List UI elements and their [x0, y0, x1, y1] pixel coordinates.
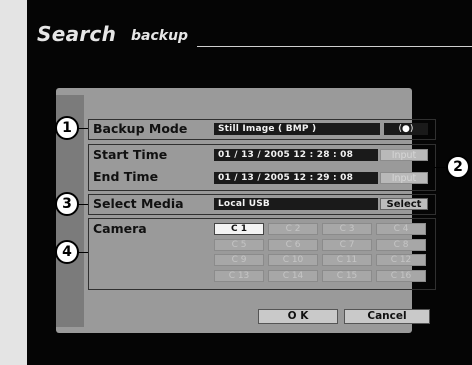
callout-4-leader	[78, 252, 88, 253]
end-time-input-button[interactable]: Input	[380, 172, 428, 184]
camera-button[interactable]: C 4	[376, 223, 426, 235]
callout-3-icon: 3	[55, 192, 79, 216]
camera-button[interactable]: C 11	[322, 254, 372, 266]
camera-label: Camera	[93, 221, 147, 236]
callout-4-icon: 4	[55, 240, 79, 264]
select-media-field[interactable]: Local USB	[214, 198, 378, 210]
start-time-field[interactable]: 01 / 13 / 2005 12 : 28 : 08	[214, 149, 378, 161]
screen-title: Search	[37, 22, 117, 46]
camera-button[interactable]: C 7	[322, 238, 372, 251]
camera-button[interactable]: C 6	[268, 238, 318, 251]
start-time-label: Start Time	[93, 147, 168, 162]
backup-mode-label: Backup Mode	[93, 121, 188, 136]
camera-button[interactable]: C 1	[214, 223, 264, 235]
cancel-button[interactable]: Cancel	[344, 309, 430, 324]
callout-2-icon: 2	[446, 155, 470, 179]
camera-button[interactable]: C 10	[268, 254, 318, 266]
select-media-button[interactable]: Select	[380, 198, 428, 210]
camera-button[interactable]: C 12	[376, 254, 426, 266]
callout-3-leader	[78, 204, 88, 205]
camera-button[interactable]: C 8	[376, 238, 426, 251]
start-time-input-button[interactable]: Input	[380, 149, 428, 161]
title-underline	[197, 46, 472, 47]
end-time-field[interactable]: 01 / 13 / 2005 12 : 29 : 08	[214, 172, 378, 184]
camera-button[interactable]: C 16	[376, 269, 426, 282]
select-media-label: Select Media	[93, 196, 184, 211]
callout-1-leader	[78, 128, 88, 129]
ok-button[interactable]: O K	[258, 309, 338, 324]
backup-mode-field[interactable]: Still Image ( BMP )	[214, 123, 380, 135]
camera-button[interactable]: C 15	[322, 269, 372, 282]
backup-mode-toggle[interactable]: (●)	[384, 123, 428, 135]
camera-button[interactable]: C 13	[214, 269, 264, 282]
callout-1-icon: 1	[55, 116, 79, 140]
camera-button[interactable]: C 5	[214, 238, 264, 251]
screen-subtitle: backup	[131, 28, 189, 44]
end-time-label: End Time	[93, 169, 159, 184]
camera-button[interactable]: C 9	[214, 254, 264, 266]
camera-button[interactable]: C 14	[268, 269, 318, 282]
camera-button[interactable]: C 2	[268, 223, 318, 235]
camera-button[interactable]: C 3	[322, 223, 372, 235]
